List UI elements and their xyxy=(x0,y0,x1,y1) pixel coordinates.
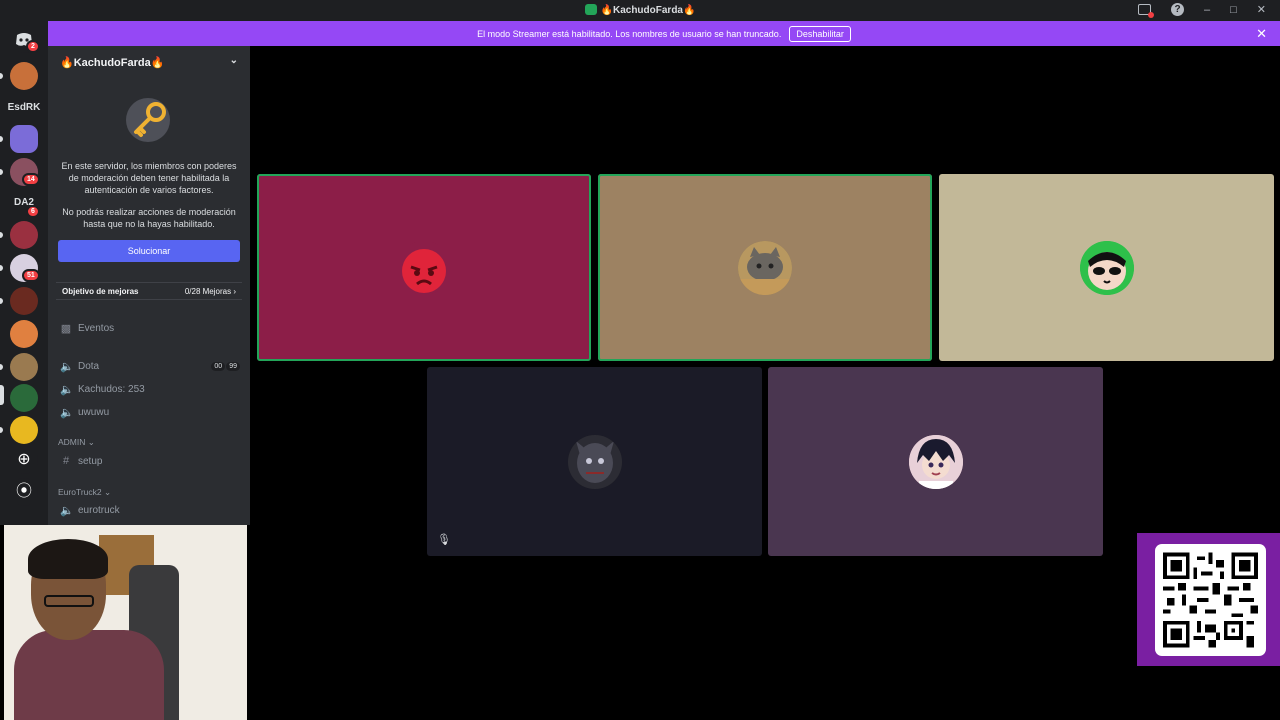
banner-message: El modo Streamer está habilitado. Los no… xyxy=(477,28,782,39)
chevron-down-icon: ⌄ xyxy=(87,437,95,447)
chevron-right-icon: › xyxy=(233,286,236,296)
text-channel-setup[interactable]: # setup xyxy=(60,452,240,470)
disable-streamer-mode-button[interactable]: Deshabilitar xyxy=(789,25,851,42)
participant-avatar xyxy=(397,240,451,295)
unread-pill xyxy=(0,232,3,238)
help-icon[interactable]: ? xyxy=(1171,3,1184,16)
server-icon[interactable] xyxy=(10,221,38,249)
boost-goal-bar[interactable]: Objetivo de mejoras 0/28 Mejoras › xyxy=(56,282,242,300)
participant-tile[interactable]: 🎙 xyxy=(427,367,762,556)
server-name: 🔥KachudoFarda🔥 xyxy=(60,57,165,69)
participant-avatar xyxy=(738,240,792,295)
compass-icon: ⦿ xyxy=(15,483,32,500)
participant-tile[interactable] xyxy=(257,174,591,361)
window-controls: ? – □ ✕ xyxy=(1138,3,1266,18)
server-icon[interactable] xyxy=(10,384,38,412)
discover-button[interactable]: ⦿ xyxy=(10,478,38,506)
events-item[interactable]: ▩ Eventos xyxy=(60,319,240,337)
streamer-person xyxy=(14,539,164,720)
participant-tile[interactable] xyxy=(768,367,1103,556)
maximize-button[interactable]: □ xyxy=(1230,4,1237,16)
inbox-icon[interactable] xyxy=(1138,4,1154,18)
add-server-button[interactable]: ⊕ xyxy=(10,446,38,474)
server-icon[interactable] xyxy=(10,320,38,348)
server-icon-text[interactable]: EsdRK xyxy=(0,102,48,113)
close-icon[interactable]: ✕ xyxy=(1256,26,1267,42)
mfa-notice: En este servidor, los miembros con poder… xyxy=(61,161,237,195)
selected-pill xyxy=(0,385,4,405)
chevron-down-icon: ⌄ xyxy=(229,55,238,66)
participant-avatar xyxy=(567,434,622,489)
key-icon xyxy=(126,98,170,142)
calendar-icon: ▩ xyxy=(60,322,72,335)
unread-pill xyxy=(0,265,3,271)
notification-badge: 14 xyxy=(22,173,40,186)
participant-tile[interactable] xyxy=(598,174,932,361)
notification-badge: 2 xyxy=(26,40,40,53)
title-bar: 🔥KachudoFarda🔥 ? – □ ✕ xyxy=(0,0,1280,21)
streamer-mode-banner: El modo Streamer está habilitado. Los no… xyxy=(48,21,1280,46)
unread-pill xyxy=(0,427,3,433)
glasses xyxy=(44,595,94,607)
chevron-down-icon: ⌄ xyxy=(104,487,112,497)
close-window-button[interactable]: ✕ xyxy=(1257,3,1266,16)
channel-name: Kachudos: 253 xyxy=(78,383,145,395)
server-icon[interactable] xyxy=(10,353,38,381)
speaker-icon: 🔈 xyxy=(60,360,74,373)
unread-pill xyxy=(0,298,3,304)
participant-avatar xyxy=(908,434,963,489)
server-icon[interactable] xyxy=(10,62,38,90)
unread-pill xyxy=(0,73,3,79)
boost-goal-label: Objetivo de mejoras xyxy=(62,286,139,296)
unread-pill xyxy=(0,169,3,175)
speaker-icon: 🔈 xyxy=(60,504,74,517)
server-icon-text[interactable]: DA2 xyxy=(0,197,48,208)
discord-app-icon xyxy=(584,4,597,15)
category-admin[interactable]: ADMIN ⌄ xyxy=(58,437,95,448)
speaker-icon: 🔈 xyxy=(60,406,74,419)
window-title: 🔥KachudoFarda🔥 xyxy=(0,4,1280,16)
voice-user-limit: 00 99 xyxy=(210,361,240,371)
speaker-icon: 🔈 xyxy=(60,383,74,396)
unread-pill xyxy=(0,136,3,142)
fix-mfa-button[interactable]: Solucionar xyxy=(58,240,240,262)
channel-name: eurotruck xyxy=(78,504,120,516)
participant-tile[interactable] xyxy=(939,174,1274,361)
mfa-notice-secondary: No podrás realizar acciones de moderació… xyxy=(62,207,236,229)
channel-name: setup xyxy=(78,455,103,467)
channel-name: Dota xyxy=(78,360,100,372)
server-icon[interactable] xyxy=(10,125,38,153)
hash-icon: # xyxy=(62,455,70,467)
notification-badge: 6 xyxy=(26,205,40,218)
server-icon[interactable] xyxy=(10,287,38,315)
server-icon[interactable] xyxy=(10,416,38,444)
category-eurotruck[interactable]: EuroTruck2 ⌄ xyxy=(58,487,111,498)
muted-mic-icon: 🎙 xyxy=(437,534,451,546)
webcam-overlay xyxy=(4,525,247,720)
unread-pill xyxy=(0,364,3,370)
voice-channel-uwuwu[interactable]: 🔈 uwuwu xyxy=(60,403,240,421)
voice-channel-kachudos[interactable]: 🔈 Kachudos: 253 xyxy=(60,380,240,398)
participant-avatar xyxy=(1079,240,1134,295)
notification-badge: 51 xyxy=(22,269,40,282)
qr-code xyxy=(1155,544,1266,656)
voice-channel-dota[interactable]: 🔈 Dota 00 99 xyxy=(60,357,240,375)
voice-channel-eurotruck[interactable]: 🔈 eurotruck xyxy=(60,501,240,519)
server-rail: 2 EsdRK 14 DA2 6 51 ⊕ ⦿ xyxy=(0,21,48,525)
channel-name: uwuwu xyxy=(78,406,110,418)
server-header[interactable]: 🔥KachudoFarda🔥 ⌄ xyxy=(48,46,250,76)
plus-icon: ⊕ xyxy=(17,451,31,468)
minimize-button[interactable]: – xyxy=(1204,4,1210,16)
qr-code-overlay xyxy=(1137,533,1280,666)
events-label: Eventos xyxy=(78,322,115,334)
channel-sidebar: 🔥KachudoFarda🔥 ⌄ En este servidor, los m… xyxy=(48,46,250,525)
boost-progress: 0/28 Mejoras xyxy=(184,286,232,296)
